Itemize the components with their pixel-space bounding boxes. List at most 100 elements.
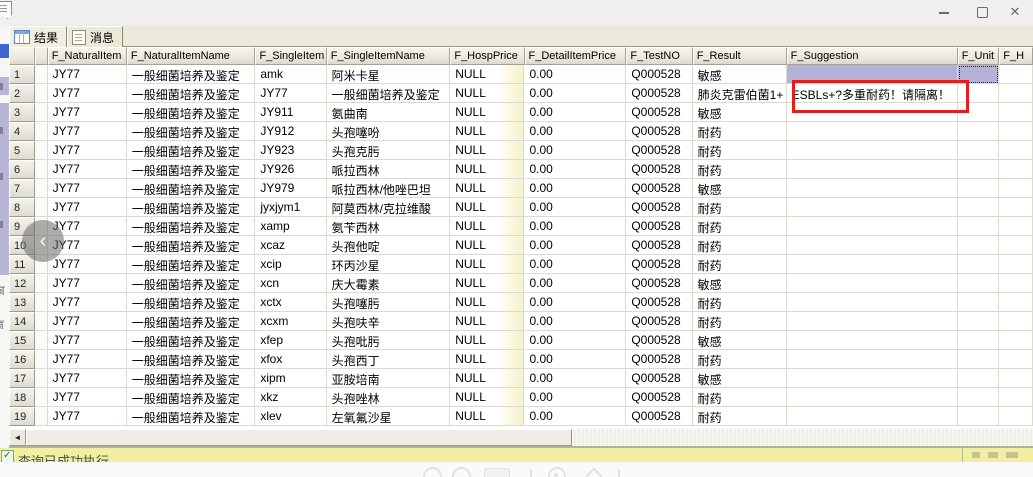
cell-result[interactable]: 耐药	[692, 255, 787, 274]
maximize-button[interactable]	[968, 0, 996, 24]
cell-unit[interactable]	[957, 198, 1000, 217]
cell-suggestion[interactable]	[786, 331, 958, 350]
row-number-button[interactable]: 3	[9, 103, 35, 122]
cell-result[interactable]: 耐药	[692, 312, 787, 331]
cell-testNo[interactable]: Q000528	[626, 369, 693, 388]
cell-unit[interactable]	[957, 369, 1000, 388]
cell-result[interactable]: 耐药	[692, 236, 787, 255]
row-number-button[interactable]: 16	[9, 350, 35, 369]
column-header-detailItemPrice[interactable]: F_DetailItemPrice	[524, 47, 627, 65]
cell-naturalItem[interactable]: JY77	[47, 198, 127, 217]
cell-testNo[interactable]: Q000528	[626, 255, 693, 274]
cell-unit[interactable]	[957, 388, 1000, 407]
cell-hospPrice[interactable]: NULL	[450, 369, 525, 388]
tab-results[interactable]: 结果	[9, 26, 68, 47]
scrollbar-track[interactable]	[572, 429, 1033, 446]
cell-unit[interactable]	[957, 407, 1000, 426]
cell-testNo[interactable]: Q000528	[626, 179, 693, 198]
cell-result[interactable]: 耐药	[692, 293, 787, 312]
cell-naturalItemName[interactable]: 一般细菌培养及鉴定	[126, 331, 256, 350]
cell-suggestion[interactable]	[786, 217, 958, 236]
cell-naturalItem[interactable]: JY77	[47, 350, 127, 369]
cell-detailItemPrice[interactable]: 0.00	[524, 331, 627, 350]
cell-testNo[interactable]: Q000528	[626, 217, 693, 236]
cell-suggestion[interactable]	[786, 160, 958, 179]
cell-hCut[interactable]	[999, 84, 1033, 103]
cell-result[interactable]: 敏感	[692, 103, 787, 122]
cell-naturalItem[interactable]: JY77	[47, 369, 127, 388]
horizontal-scrollbar[interactable]: ◄	[9, 429, 1033, 446]
cell-singleItemName[interactable]: 头孢噻吩	[326, 122, 451, 141]
row-number-button[interactable]: 18	[9, 388, 35, 407]
cell-unit[interactable]	[957, 122, 1000, 141]
cell-detailItemPrice[interactable]: 0.00	[524, 388, 627, 407]
cell-unit[interactable]	[957, 274, 1000, 293]
cell-detailItemPrice[interactable]: 0.00	[524, 65, 627, 84]
cell-result[interactable]: 敏感	[692, 65, 787, 84]
cell-detailItemPrice[interactable]: 0.00	[524, 369, 627, 388]
cell-hCut[interactable]	[999, 350, 1033, 369]
cell-unit[interactable]	[957, 179, 1000, 198]
cell-singleItemName[interactable]: 环丙沙星	[326, 255, 451, 274]
cell-unit[interactable]	[957, 293, 1000, 312]
corner-header[interactable]	[9, 47, 35, 65]
cell-singleItem[interactable]: xfox	[255, 350, 327, 369]
cell-naturalItemName[interactable]: 一般细菌培养及鉴定	[126, 122, 256, 141]
cell-suggestion[interactable]	[786, 236, 958, 255]
cell-detailItemPrice[interactable]: 0.00	[524, 407, 627, 426]
cell-hCut[interactable]	[999, 179, 1033, 198]
cell-hCut[interactable]	[999, 65, 1033, 84]
row-number-button[interactable]: 4	[9, 122, 35, 141]
cell-suggestion[interactable]	[786, 407, 958, 426]
cell-naturalItem[interactable]: JY77	[47, 103, 127, 122]
cell-singleItem[interactable]: JY77	[255, 84, 327, 103]
cell-naturalItemName[interactable]: 一般细菌培养及鉴定	[126, 103, 256, 122]
cell-naturalItemName[interactable]: 一般细菌培养及鉴定	[126, 255, 256, 274]
cell-naturalItem[interactable]: JY77	[47, 179, 127, 198]
cell-suggestion[interactable]	[786, 369, 958, 388]
cell-hCut[interactable]	[999, 122, 1033, 141]
cell-singleItem[interactable]: amk	[255, 65, 327, 84]
cell-singleItemName[interactable]: 头孢克肟	[326, 141, 451, 160]
cell-result[interactable]: 耐药	[692, 198, 787, 217]
cell-naturalItem[interactable]: JY77	[47, 312, 127, 331]
cell-hospPrice[interactable]: NULL	[450, 255, 525, 274]
cell-suggestion[interactable]	[786, 274, 958, 293]
cell-result[interactable]: 敏感	[692, 369, 787, 388]
cell-hospPrice[interactable]: NULL	[450, 217, 525, 236]
cell-testNo[interactable]: Q000528	[626, 331, 693, 350]
row-number-button[interactable]: 12	[9, 274, 35, 293]
cell-naturalItemName[interactable]: 一般细菌培养及鉴定	[126, 236, 256, 255]
cell-result[interactable]: 耐药	[692, 350, 787, 369]
column-header-naturalItemName[interactable]: F_NaturalItemName	[126, 47, 256, 65]
cell-result[interactable]: 耐药	[692, 160, 787, 179]
cell-suggestion[interactable]	[786, 293, 958, 312]
cell-hospPrice[interactable]: NULL	[450, 331, 525, 350]
cell-testNo[interactable]: Q000528	[626, 160, 693, 179]
cell-hCut[interactable]	[999, 293, 1033, 312]
cell-singleItemName[interactable]: 阿米卡星	[326, 65, 451, 84]
cell-naturalItem[interactable]: JY77	[47, 293, 127, 312]
cell-testNo[interactable]: Q000528	[626, 236, 693, 255]
cell-result[interactable]: 肺炎克雷伯菌1+	[692, 84, 787, 103]
cell-naturalItem[interactable]: JY77	[47, 141, 127, 160]
row-number-button[interactable]: 5	[9, 141, 35, 160]
cell-result[interactable]: 耐药	[692, 407, 787, 426]
cell-result[interactable]: 耐药	[692, 217, 787, 236]
cell-hospPrice[interactable]: NULL	[450, 160, 525, 179]
column-header-singleItem[interactable]: F_SingleItem	[255, 47, 327, 65]
cell-hospPrice[interactable]: NULL	[450, 84, 525, 103]
cell-singleItem[interactable]: jyxjym1	[255, 198, 327, 217]
row-number-button[interactable]: 17	[9, 369, 35, 388]
cell-singleItemName[interactable]: 头孢吡肟	[326, 331, 451, 350]
cell-detailItemPrice[interactable]: 0.00	[524, 141, 627, 160]
cell-suggestion[interactable]	[786, 141, 958, 160]
cell-singleItemName[interactable]: 阿莫西林/克拉维酸	[326, 198, 451, 217]
cell-naturalItemName[interactable]: 一般细菌培养及鉴定	[126, 388, 256, 407]
cell-naturalItemName[interactable]: 一般细菌培养及鉴定	[126, 407, 256, 426]
cell-suggestion[interactable]	[786, 350, 958, 369]
cell-result[interactable]: 敏感	[692, 274, 787, 293]
cell-suggestion[interactable]	[786, 312, 958, 331]
cell-result[interactable]: 敏感	[692, 331, 787, 350]
cell-hCut[interactable]	[999, 198, 1033, 217]
